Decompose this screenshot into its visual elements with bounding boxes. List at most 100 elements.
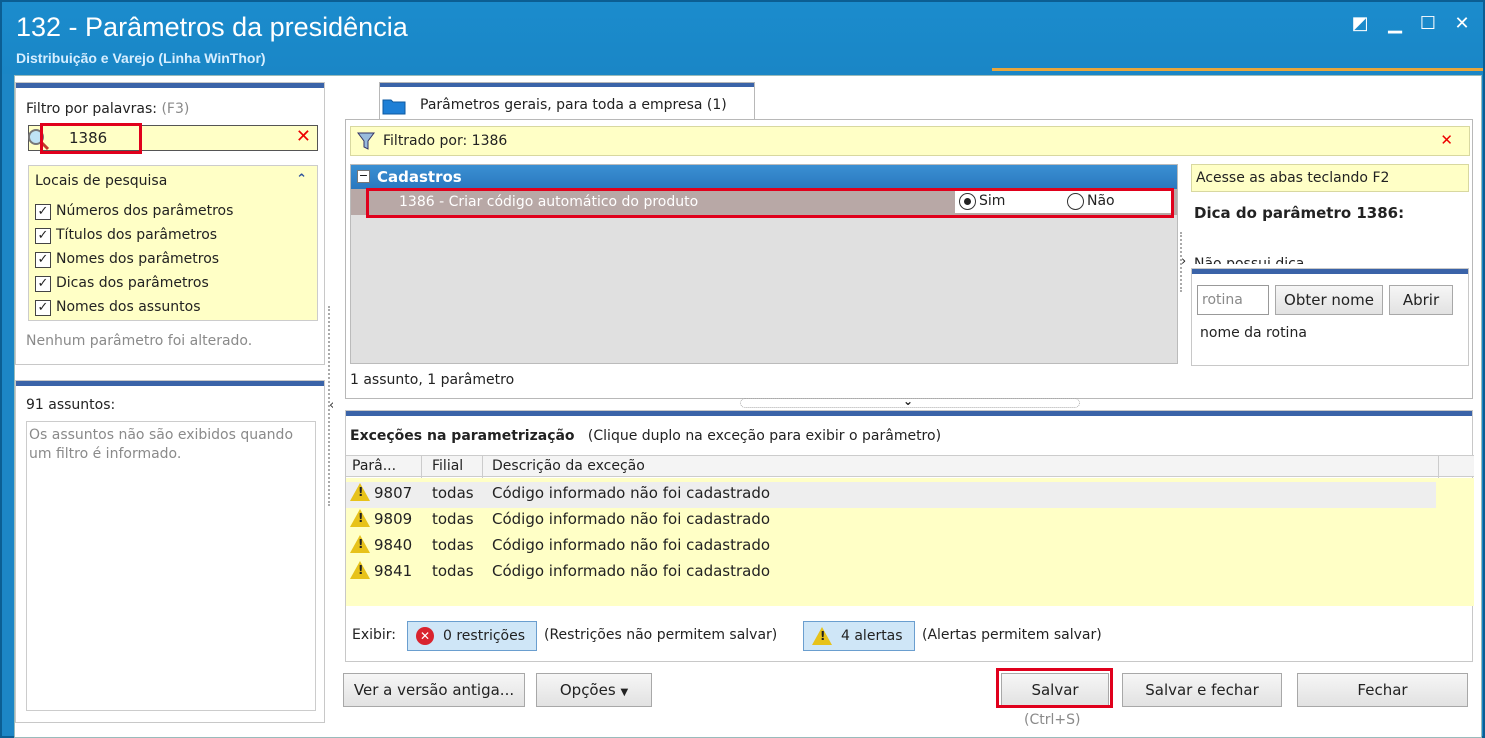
table-row[interactable]: ! 9807 todas Código informado não foi cadas…	[346, 482, 1436, 508]
tab-general[interactable]: Parâmetros gerais, para toda a empresa (…	[379, 82, 755, 120]
save-shortcut: (Ctrl+S)	[1024, 712, 1081, 728]
group-header[interactable]: − Cadastros	[351, 165, 1177, 189]
search-option[interactable]: ✓ Nomes dos parâmetros	[35, 250, 305, 272]
highlight-save-button	[996, 668, 1113, 708]
restore-icon[interactable]: ◩	[1350, 14, 1370, 34]
table-row[interactable]: ! 9840 todas Código informado não foi cadas…	[346, 534, 1436, 560]
routine-placeholder: rotina	[1202, 292, 1243, 308]
exceptions-hint: (Clique duplo na exceção para exibir o p…	[587, 428, 942, 444]
col-branch[interactable]: Filial	[432, 458, 463, 474]
alerts-note: (Alertas permitem salvar)	[922, 627, 1102, 643]
checkbox[interactable]: ✓	[35, 204, 51, 220]
row-param: 9840	[374, 536, 413, 554]
hint-title: Dica do parâmetro 1386:	[1194, 204, 1405, 222]
table-row[interactable]: ! 9841 todas Código informado não foi cadas…	[346, 560, 1436, 586]
chevron-right-icon[interactable]: ›	[1181, 254, 1186, 269]
access-hint-text: Acesse as abas teclando F2	[1196, 170, 1390, 186]
routine-panel: rotina Obter nome Abrir nome da rotina	[1191, 268, 1469, 366]
row-param: 9807	[374, 484, 413, 502]
col-param[interactable]: Parâ...	[352, 458, 396, 474]
options-label: Opções	[559, 681, 616, 699]
table-row[interactable]: ! 9809 todas Código informado não foi cadas…	[346, 508, 1436, 534]
row-desc: Código informado não foi cadastrado	[492, 510, 771, 528]
panel-bar	[346, 411, 1472, 416]
alerts-count: 4 alertas	[841, 628, 903, 644]
restrictions-count: 0 restrições	[443, 628, 526, 644]
group-title: Cadastros	[377, 168, 462, 186]
filter-label: Filtro por palavras: (F3)	[26, 101, 189, 117]
minimize-icon[interactable]: ▁	[1385, 14, 1405, 34]
routine-input[interactable]: rotina	[1197, 285, 1269, 315]
chevron-down-icon[interactable]: ⌄	[903, 394, 913, 408]
warning-icon: !	[812, 627, 832, 645]
filter-panel: Filtro por palavras: (F3) 1386 ✕ Locais …	[15, 82, 325, 365]
row-branch: todas	[432, 562, 474, 580]
collapse-icon[interactable]: ⌃	[296, 172, 307, 187]
checkbox[interactable]: ✓	[35, 228, 51, 244]
row-branch: todas	[432, 510, 474, 528]
change-status: Nenhum parâmetro foi alterado.	[26, 333, 253, 349]
search-option[interactable]: ✓ Dicas dos parâmetros	[35, 274, 305, 296]
save-close-button[interactable]: Salvar e fechar	[1122, 673, 1282, 707]
folder-icon	[382, 99, 406, 115]
subjects-count: 91 assuntos:	[26, 397, 116, 413]
row-desc: Código informado não foi cadastrado	[492, 484, 771, 502]
close-window-icon[interactable]: ✕	[1452, 14, 1472, 34]
col-divider	[1438, 456, 1439, 478]
filtered-bar: Filtrado por: 1386 ✕	[350, 126, 1470, 156]
highlight-parameter-row	[366, 188, 1174, 218]
get-name-button[interactable]: Obter nome	[1275, 285, 1383, 315]
exceptions-table-header: Parâ... Filial Descrição da exceção	[346, 455, 1474, 478]
checkbox[interactable]: ✓	[35, 252, 51, 268]
row-desc: Código informado não foi cadastrado	[492, 562, 771, 580]
search-option-label: Dicas dos parâmetros	[56, 275, 209, 291]
search-locations-box: Locais de pesquisa ⌃ ✓ Números dos parâme…	[28, 165, 318, 321]
search-option[interactable]: ✓ Títulos dos parâmetros	[35, 226, 305, 248]
clear-filter-icon[interactable]: ✕	[296, 126, 311, 147]
exceptions-title: Exceções na parametrização	[350, 428, 575, 444]
row-branch: todas	[432, 536, 474, 554]
access-hint: Acesse as abas teclando F2	[1191, 164, 1469, 192]
row-param: 9841	[374, 562, 413, 580]
search-option-label: Números dos parâmetros	[56, 203, 234, 219]
col-divider	[482, 456, 483, 478]
routine-name-label: nome da rotina	[1200, 325, 1307, 341]
options-button[interactable]: Opções ▼	[536, 673, 652, 707]
tab-accent	[380, 83, 754, 87]
search-locations-title: Locais de pesquisa	[35, 173, 168, 189]
window-title: 132 - Parâmetros da presidência	[16, 12, 408, 42]
collapse-group-icon[interactable]: −	[357, 170, 370, 183]
row-param: 9809	[374, 510, 413, 528]
close-button[interactable]: Fechar	[1297, 673, 1468, 707]
subjects-list[interactable]: Os assuntos não são exibidos quando um f…	[26, 421, 316, 711]
old-version-button[interactable]: Ver a versão antiga...	[343, 673, 525, 707]
search-option[interactable]: ✓ Nomes dos assuntos	[35, 298, 305, 320]
highlight-filter-value	[40, 123, 142, 154]
col-desc[interactable]: Descrição da exceção	[492, 458, 645, 474]
exceptions-panel: Exceções na parametrização (Clique duplo…	[345, 410, 1474, 662]
clear-filtered-icon[interactable]: ✕	[1440, 131, 1453, 149]
restrictions-toggle[interactable]: ✕ 0 restrições	[407, 621, 537, 651]
col-divider	[421, 456, 422, 478]
checkbox[interactable]: ✓	[35, 276, 51, 292]
checkbox[interactable]: ✓	[35, 300, 51, 316]
row-desc: Código informado não foi cadastrado	[492, 536, 771, 554]
search-option[interactable]: ✓ Números dos parâmetros	[35, 202, 305, 224]
search-option-label: Nomes dos parâmetros	[56, 251, 220, 267]
caret-down-icon: ▼	[620, 687, 629, 698]
funnel-icon	[357, 132, 375, 150]
subjects-panel: 91 assuntos: Os assuntos não são exibido…	[15, 380, 325, 723]
title-accent	[992, 68, 1483, 71]
warning-icon: !	[350, 483, 370, 501]
parameters-area: Filtrado por: 1386 ✕ − Cadastros 1386 - …	[345, 119, 1473, 399]
summary: 1 assunto, 1 parâmetro	[350, 372, 515, 388]
maximize-icon[interactable]: ☐	[1418, 14, 1438, 34]
warning-icon: !	[350, 535, 370, 553]
filtered-label: Filtrado por: 1386	[383, 133, 508, 149]
alerts-toggle[interactable]: ! 4 alertas	[803, 621, 915, 651]
exceptions-header: Exceções na parametrização (Clique duplo…	[350, 428, 941, 444]
chevron-left-icon[interactable]: ‹	[329, 398, 334, 413]
filter-label-text: Filtro por palavras:	[26, 101, 157, 117]
open-button[interactable]: Abrir	[1389, 285, 1453, 315]
panel-bar	[16, 83, 324, 88]
